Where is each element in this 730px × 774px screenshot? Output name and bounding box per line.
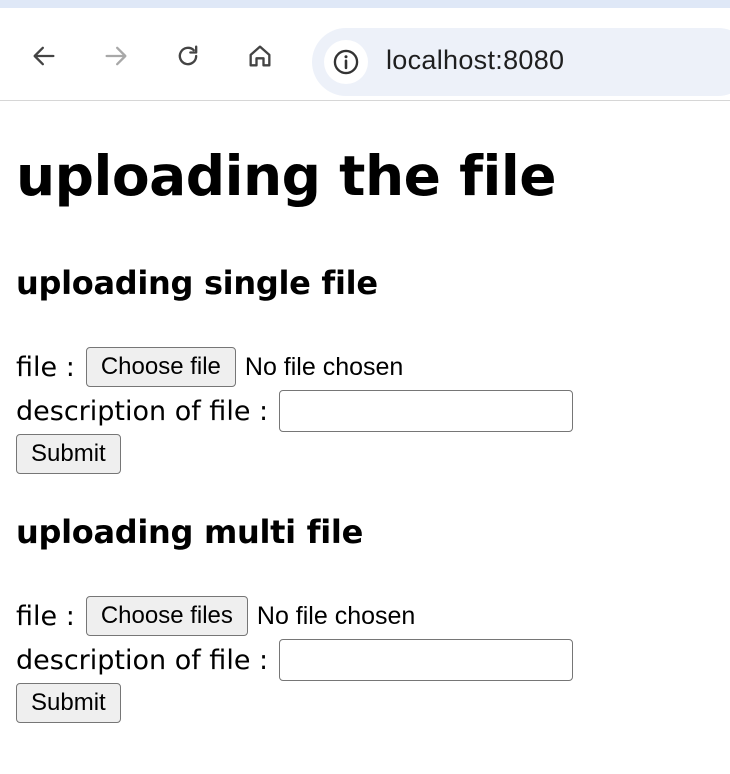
single-file-row: file : Choose file No file chosen — [16, 347, 403, 387]
multi-choose-files-button[interactable]: Choose files — [85, 596, 248, 636]
single-description-row: description of file : — [16, 390, 574, 432]
forward-button[interactable] — [98, 38, 134, 74]
home-button[interactable] — [242, 38, 278, 74]
back-arrow-icon — [33, 46, 55, 66]
single-description-input[interactable] — [279, 390, 574, 432]
multi-description-label: description of file : — [16, 644, 269, 676]
page-title: uploading the file — [16, 144, 557, 208]
single-description-label: description of file : — [16, 395, 269, 427]
browser-tabstrip — [0, 0, 730, 8]
multi-description-input[interactable] — [279, 639, 574, 681]
browser-toolbar: localhost:8080 — [0, 8, 730, 100]
multi-file-status: No file chosen — [256, 601, 416, 630]
single-submit-row: Submit — [16, 434, 121, 474]
multi-description-row: description of file : — [16, 639, 574, 681]
single-submit-button[interactable]: Submit — [16, 434, 121, 474]
reload-icon — [178, 45, 198, 66]
multi-file-row: file : Choose files No file chosen — [16, 596, 415, 636]
multi-submit-row: Submit — [16, 683, 121, 723]
info-icon — [333, 49, 359, 75]
multi-file-label: file : — [16, 600, 75, 632]
multi-submit-button[interactable]: Submit — [16, 683, 121, 723]
address-bar[interactable]: localhost:8080 — [312, 28, 730, 96]
forward-arrow-icon — [105, 46, 127, 66]
back-button[interactable] — [26, 38, 62, 74]
toolbar-divider — [0, 100, 730, 101]
single-file-label: file : — [16, 351, 75, 383]
url-text[interactable]: localhost:8080 — [386, 45, 564, 76]
single-choose-file-button[interactable]: Choose file — [85, 347, 236, 387]
multi-upload-heading: uploading multi file — [16, 513, 364, 551]
site-info-button[interactable] — [324, 40, 368, 84]
single-upload-heading: uploading single file — [16, 264, 378, 302]
single-file-status: No file chosen — [244, 352, 404, 381]
home-icon — [249, 45, 271, 67]
reload-button[interactable] — [170, 38, 206, 74]
